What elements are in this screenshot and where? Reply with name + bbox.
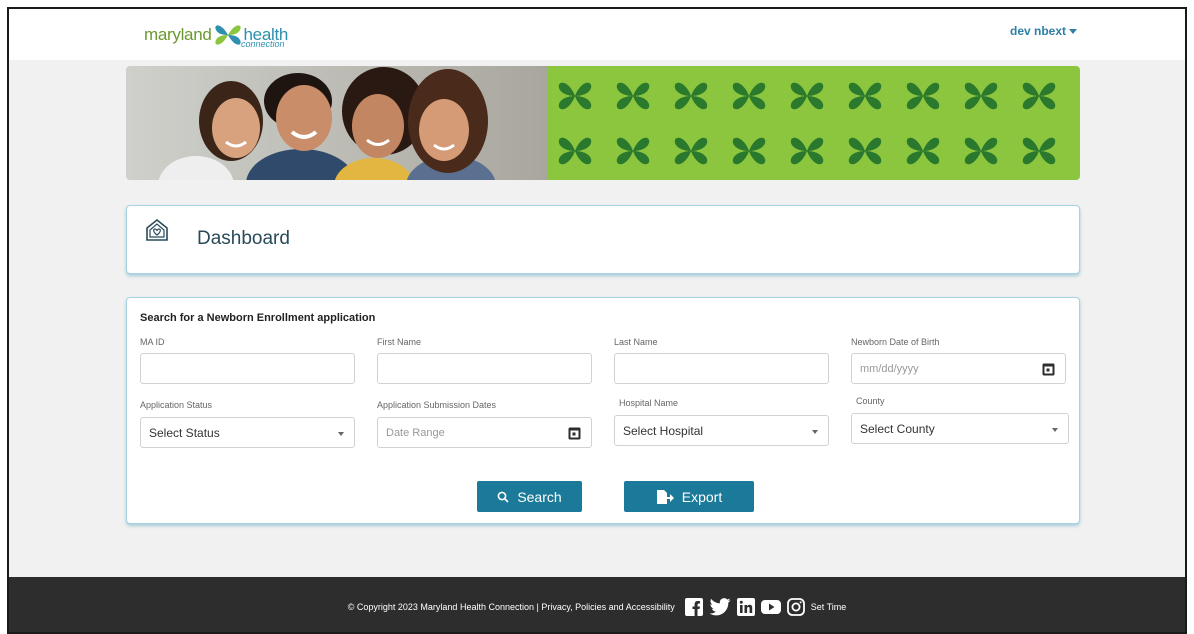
last-name-input[interactable] bbox=[614, 353, 829, 384]
footer-copyright-links[interactable]: © Copyright 2023 Maryland Health Connect… bbox=[348, 602, 675, 612]
chevron-down-icon bbox=[812, 430, 818, 434]
butterfly-pattern bbox=[547, 66, 1080, 180]
home-heart-icon bbox=[146, 218, 168, 241]
application-status-value: Select Status bbox=[149, 425, 220, 440]
search-button-label: Search bbox=[517, 488, 562, 505]
hero-banner bbox=[126, 66, 1080, 180]
county-label: County bbox=[856, 396, 885, 406]
instagram-icon[interactable] bbox=[786, 597, 805, 616]
social-links: Set Time bbox=[684, 597, 847, 616]
pattern-graphic bbox=[558, 82, 1056, 165]
app-window: maryland health connection dev nbext Das… bbox=[7, 7, 1187, 634]
search-form-heading: Search for a Newborn Enrollment applicat… bbox=[140, 312, 376, 324]
user-menu[interactable]: dev nbext bbox=[1010, 24, 1077, 38]
set-time-link[interactable]: Set Time bbox=[811, 602, 847, 612]
logo-text-maryland: maryland bbox=[144, 25, 212, 44]
newborn-dob-input[interactable]: mm/dd/yyyy bbox=[851, 353, 1066, 384]
search-form-card: Search for a Newborn Enrollment applicat… bbox=[126, 297, 1080, 524]
application-status-label: Application Status bbox=[140, 400, 213, 410]
logo-butterfly-icon bbox=[214, 25, 241, 45]
chevron-down-icon bbox=[1069, 28, 1077, 34]
facebook-icon[interactable] bbox=[684, 597, 703, 616]
page-title: Dashboard bbox=[197, 228, 290, 249]
county-value: Select County bbox=[860, 421, 935, 436]
logo-text-connection: connection bbox=[241, 39, 285, 49]
newborn-dob-label: Newborn Date of Birth bbox=[851, 337, 940, 347]
hospital-value: Select Hospital bbox=[623, 423, 704, 438]
first-name-input[interactable] bbox=[377, 353, 592, 384]
family-photo bbox=[126, 66, 547, 180]
submission-dates-placeholder: Date Range bbox=[386, 426, 445, 439]
last-name-label: Last Name bbox=[614, 337, 658, 347]
twitter-icon[interactable] bbox=[709, 597, 731, 616]
calendar-icon[interactable] bbox=[568, 426, 581, 440]
hospital-name-label: Hospital Name bbox=[619, 398, 679, 408]
family-illustration bbox=[158, 67, 496, 180]
linkedin-icon[interactable] bbox=[736, 597, 755, 616]
submission-dates-input[interactable]: Date Range bbox=[377, 417, 592, 448]
calendar-icon[interactable] bbox=[1042, 362, 1055, 376]
county-select[interactable]: Select County bbox=[851, 413, 1069, 444]
youtube-icon[interactable] bbox=[760, 599, 781, 615]
ma-id-input[interactable] bbox=[140, 353, 355, 384]
first-name-label: First Name bbox=[377, 337, 422, 347]
application-status-select[interactable]: Select Status bbox=[140, 417, 355, 448]
ma-id-label: MA ID bbox=[140, 337, 165, 347]
brand-logo[interactable]: maryland health connection bbox=[144, 18, 288, 52]
chevron-down-icon bbox=[338, 432, 344, 436]
hospital-select[interactable]: Select Hospital bbox=[614, 415, 829, 446]
export-button[interactable]: Export bbox=[624, 481, 754, 512]
newborn-dob-placeholder: mm/dd/yyyy bbox=[860, 362, 919, 375]
export-icon bbox=[656, 489, 674, 504]
site-footer: © Copyright 2023 Maryland Health Connect… bbox=[9, 577, 1185, 632]
search-icon bbox=[497, 491, 509, 503]
export-button-label: Export bbox=[681, 488, 723, 505]
dashboard-header-card: Dashboard bbox=[126, 205, 1080, 274]
user-name: dev nbext bbox=[1009, 24, 1066, 38]
chevron-down-icon bbox=[1052, 428, 1058, 432]
search-button[interactable]: Search bbox=[477, 481, 582, 512]
submission-dates-label: Application Submission Dates bbox=[377, 400, 497, 410]
top-bar: maryland health connection dev nbext bbox=[9, 9, 1185, 60]
